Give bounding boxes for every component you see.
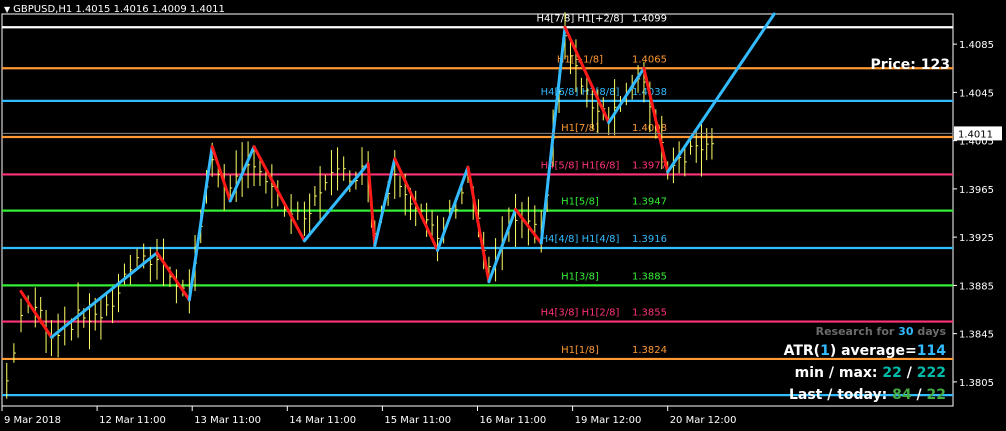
chart-menu-triangle-icon[interactable]: ▼ xyxy=(4,5,10,14)
level-label-2: H4[6/8] H1[8/8] xyxy=(541,87,620,98)
level-label-7: H1[3/8] xyxy=(561,271,599,282)
level-value-1: 1.4065 xyxy=(632,54,667,65)
research-days-label: Research for 30 days xyxy=(816,325,946,338)
last-today-label: Last / today: 84 / 22 xyxy=(789,387,946,403)
atr-mid: ) average= xyxy=(829,343,917,359)
atr-average-label: ATR(1) average=114 xyxy=(784,343,946,359)
x-tick-label-3: 14 Mar 11:00 xyxy=(289,415,356,426)
zigzag-segment-6 xyxy=(252,145,306,243)
chart-title: ▼ GBPUSD,H1 1.4015 1.4016 1.4009 1.4011 xyxy=(4,4,225,15)
level-value-5: 1.3947 xyxy=(632,197,667,208)
x-tick-label-4: 15 Mar 11:00 xyxy=(384,415,451,426)
zigzag-segment-19 xyxy=(666,12,776,174)
x-tick-label-7: 20 Mar 12:00 xyxy=(670,415,737,426)
min-max-label: min / max: 22 / 222 xyxy=(795,365,946,381)
zigzag-segment-2 xyxy=(155,251,191,302)
max-value: 222 xyxy=(916,365,946,381)
level-label-6: H4[4/8] H1[4/8] xyxy=(541,234,620,245)
x-tick-label-0: 9 Mar 2018 xyxy=(4,415,61,426)
level-label-3: H1[7/8] xyxy=(561,123,599,134)
y-tick-label-1: 1.4045 xyxy=(959,88,994,99)
y-tick-label-5: 1.3885 xyxy=(959,281,994,292)
level-label-5: H1[5/8] xyxy=(561,197,599,208)
min-value: 22 xyxy=(882,365,902,381)
level-label-4: H4[5/8] H1[6/8] xyxy=(541,160,620,171)
y-tick-label-6: 1.3845 xyxy=(959,330,994,341)
price-label: Price: 123 xyxy=(870,57,950,73)
zigzag-segment-9 xyxy=(373,157,397,248)
level-value-8: 1.3855 xyxy=(632,308,667,319)
x-tick-label-2: 13 Mar 11:00 xyxy=(194,415,261,426)
level-label-9: H1[1/8] xyxy=(561,345,599,356)
current-price-value: 1.4011 xyxy=(958,129,993,140)
zigzag-segment-12 xyxy=(466,165,491,284)
last-separator: / xyxy=(911,387,927,403)
chart-title-text: GBPUSD,H1 1.4015 1.4016 1.4009 1.4011 xyxy=(13,4,225,15)
y-tick-label-7: 1.3805 xyxy=(959,378,994,389)
level-label-0: H4[7/8] H1[+2/8] xyxy=(536,13,623,24)
last-value: 84 xyxy=(892,387,912,403)
y-tick-label-4: 1.3925 xyxy=(959,233,994,244)
zigzag-segment-8 xyxy=(366,162,377,248)
today-value: 22 xyxy=(926,387,946,403)
x-tick-label-5: 16 Mar 11:00 xyxy=(480,415,547,426)
minmax-prefix: min / max: xyxy=(794,365,883,381)
y-tick-label-3: 1.3965 xyxy=(959,185,994,196)
zigzag-segment-18 xyxy=(642,66,670,174)
level-value-9: 1.3824 xyxy=(632,345,667,356)
level-label-8: H4[3/8] H1[2/8] xyxy=(541,308,620,319)
y-tick-label-0: 1.4085 xyxy=(959,40,994,51)
atr-prefix: ATR( xyxy=(783,343,821,359)
minmax-separator: / xyxy=(901,365,917,381)
zigzag-segment-3 xyxy=(187,145,214,302)
level-value-7: 1.3885 xyxy=(632,271,667,282)
level-value-0: 1.4099 xyxy=(632,13,667,24)
zigzag-segment-10 xyxy=(393,157,440,252)
last-prefix: Last / today: xyxy=(788,387,893,403)
research-suffix: days xyxy=(913,325,946,338)
x-tick-label-6: 19 Mar 12:00 xyxy=(575,415,642,426)
zigzag-segment-16 xyxy=(563,25,611,125)
x-tick-label-1: 12 Mar 11:00 xyxy=(99,415,166,426)
research-days-value: 30 xyxy=(898,325,914,338)
zigzag-segment-0 xyxy=(19,289,53,339)
atr-average-value: 114 xyxy=(916,343,946,359)
zigzag-segment-1 xyxy=(49,251,159,339)
research-prefix: Research for xyxy=(815,325,899,338)
atr-period-value: 1 xyxy=(820,343,830,359)
zigzag-segment-11 xyxy=(436,165,470,252)
level-value-6: 1.3916 xyxy=(632,234,667,245)
